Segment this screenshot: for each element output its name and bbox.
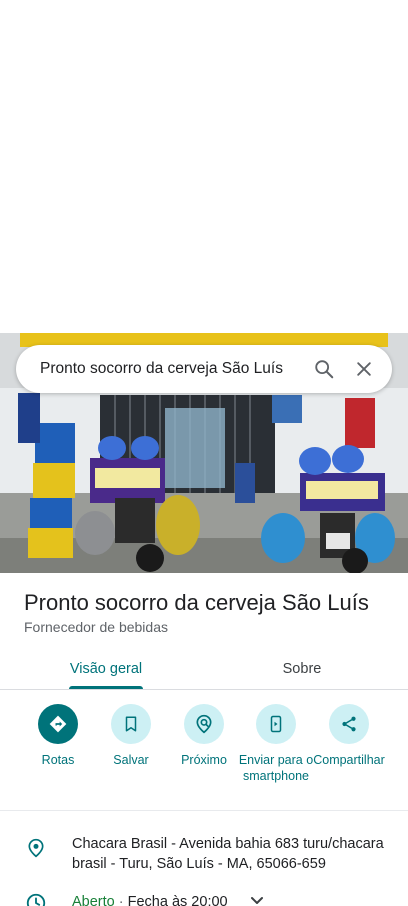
send-to-phone-button[interactable]: Enviar para o smartphone xyxy=(236,704,316,784)
chevron-down-icon[interactable] xyxy=(250,892,264,906)
hours-separator: · xyxy=(118,894,124,906)
hours-row[interactable]: Aberto · Fecha às 20:00 xyxy=(0,892,408,906)
clock-icon xyxy=(24,891,48,906)
location-pin-icon xyxy=(24,836,48,860)
directions-button[interactable]: Rotas xyxy=(18,704,98,768)
send-to-phone-icon xyxy=(256,704,296,744)
search-bar[interactable]: Pronto socorro da cerveja São Luís xyxy=(16,345,392,393)
search-query-text[interactable]: Pronto socorro da cerveja São Luís xyxy=(16,360,304,378)
action-buttons: Rotas Salvar Próximo Enviar para o smart… xyxy=(0,704,408,804)
share-label: Compartilhar xyxy=(313,753,385,767)
address-text: Chacara Brasil - Avenida bahia 683 turu/… xyxy=(72,836,384,872)
search-icon[interactable] xyxy=(304,349,344,389)
place-tabs: Visão geral Sobre xyxy=(0,648,408,690)
place-title: Pronto socorro da cerveja São Luís xyxy=(24,590,369,615)
tab-visao-geral[interactable]: Visão geral xyxy=(54,648,158,689)
place-category: Fornecedor de bebidas xyxy=(24,619,168,635)
section-divider xyxy=(0,810,408,811)
directions-icon xyxy=(38,704,78,744)
send-to-phone-label: Enviar para o smartphone xyxy=(238,753,314,783)
bookmark-icon xyxy=(111,704,151,744)
share-button[interactable]: Compartilhar xyxy=(309,704,389,768)
directions-label: Rotas xyxy=(41,753,75,767)
tab-sobre[interactable]: Sobre xyxy=(252,648,352,689)
address-row[interactable]: Chacara Brasil - Avenida bahia 683 turu/… xyxy=(0,834,408,878)
nearby-button[interactable]: Próximo xyxy=(164,704,244,768)
save-label: Salvar xyxy=(113,753,149,767)
nearby-icon xyxy=(184,704,224,744)
share-icon xyxy=(329,704,369,744)
map-blank-area xyxy=(0,0,408,333)
hours-status: Aberto xyxy=(72,894,115,906)
close-icon[interactable] xyxy=(344,349,384,389)
hours-detail: Fecha às 20:00 xyxy=(127,894,228,906)
save-button[interactable]: Salvar xyxy=(91,704,171,768)
active-tab-indicator xyxy=(69,686,143,689)
nearby-label: Próximo xyxy=(181,753,227,767)
